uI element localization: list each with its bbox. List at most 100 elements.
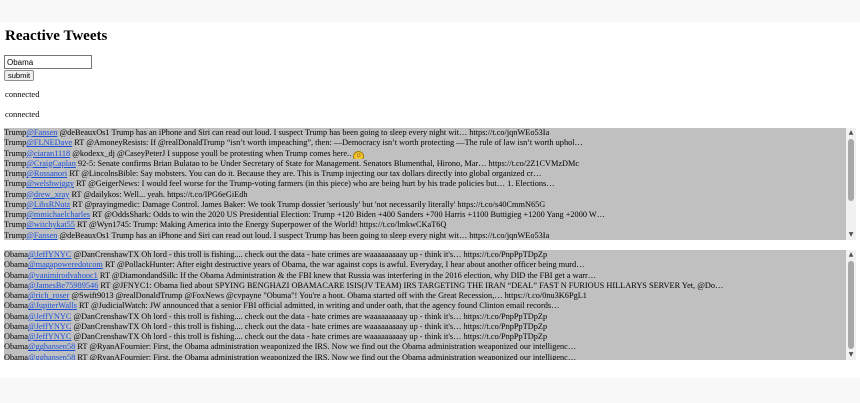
tweet-item: Obama@gghansen58 RT @RyanAFournier: Firs…: [4, 353, 846, 361]
tweet-text: RT @OddsShark: Odds to win the 2020 US P…: [90, 210, 606, 219]
tweet-keyword: Obama: [4, 301, 28, 311]
tweet-item: Trump@LibsRNutz RT @prayingmedic: Damage…: [4, 200, 846, 210]
tweet-text: 92-5: Senate confirms Brian Bulatao to b…: [75, 158, 580, 168]
tweet-user-link[interactable]: @witchykat55: [26, 220, 75, 229]
trump-tweet-list[interactable]: Trump@Fansen @deBeauxOs1 Trump has an iP…: [4, 128, 856, 240]
scroll-up-icon[interactable]: ▲: [846, 128, 856, 138]
tweet-keyword: Trump: [4, 230, 27, 240]
tweet-text: @DanCrenshawTX Oh lord - this troll is f…: [71, 250, 548, 259]
tweet-user-link[interactable]: @gghansen58: [28, 353, 75, 361]
tweet-user-link[interactable]: @gghansen58: [28, 342, 75, 351]
tweet-keyword: Obama: [4, 342, 28, 352]
tweet-user-link[interactable]: @welshwiggy: [26, 179, 74, 188]
scroll-thumb[interactable]: [848, 261, 854, 349]
submit-button[interactable]: submit: [4, 70, 35, 81]
scroll-down-icon[interactable]: ▼: [846, 350, 856, 360]
tweet-keyword: Trump: [4, 138, 27, 148]
tweet-list: Trump@Fansen @deBeauxOs1 Trump has an iP…: [4, 128, 846, 240]
tweet-keyword: Trump: [4, 148, 27, 158]
tweet-text: RT @RyanAFournier: First, the Obama admi…: [75, 352, 577, 361]
tweet-keyword: Trump: [4, 210, 27, 219]
tweet-user-link[interactable]: @LibsRNutz: [26, 200, 70, 209]
tweet-keyword: Obama: [4, 311, 28, 321]
tweet-user-link[interactable]: @vanimirodvahooc1: [28, 271, 98, 280]
search-form: submit: [4, 55, 92, 81]
tweet-text: RT @AmoneyResists: If @realDonaldTrump “…: [72, 138, 583, 148]
tweet-item: Trump@Rossanori RT @LincolnsBible: Say m…: [4, 169, 846, 179]
tweet-item: Obama@rich_roser @Swift9013 @realDonaldT…: [4, 291, 846, 301]
tweet-user-link[interactable]: @JupiterWalls: [28, 301, 77, 310]
tweet-item: Trump@Fansen @deBeauxOs1 Trump has an iP…: [4, 231, 846, 241]
tweet-item: Obama@JeffYNYC @DanCrenshawTX Oh lord - …: [4, 312, 846, 322]
tweet-keyword: Trump: [4, 169, 27, 178]
tweet-item: Trump@ciaran1118 @kodexx_dj @CaseyPeterJ…: [4, 149, 846, 159]
tweet-item: Obama@magapoweredotcom RT @PollackHunter…: [4, 260, 846, 270]
tweet-item: Obama@vanimirodvahooc1 RT @DiamondandSil…: [4, 271, 846, 281]
tweet-keyword: Obama: [4, 260, 28, 270]
connection-status: connected: [5, 89, 40, 99]
scrollbar[interactable]: ▲ ▼: [846, 128, 856, 240]
tweet-user-link[interactable]: @JamesBe75989546: [28, 281, 98, 290]
tweet-user-link[interactable]: @magapoweredotcom: [28, 260, 103, 269]
scrollbar[interactable]: ▲ ▼: [846, 250, 856, 360]
tweet-user-link[interactable]: @mmichaelcharles: [26, 210, 90, 219]
tweet-user-link[interactable]: @FLNEDave: [26, 138, 72, 147]
tweet-text: RT @DiamondandSilk: If the Obama Adminis…: [97, 270, 597, 280]
scroll-up-icon[interactable]: ▲: [846, 250, 856, 260]
tweet-keyword: Trump: [4, 199, 27, 209]
tweet-text: RT @JudicialWatch: JW announced that a s…: [76, 301, 560, 311]
tweet-text: RT @PollackHunter: After eight destructi…: [102, 260, 585, 270]
tweet-item: Obama@JupiterWalls RT @JudicialWatch: JW…: [4, 301, 846, 311]
tweet-text: @deBeauxOs1 Trump has an iPhone and Siri…: [57, 230, 550, 240]
tweet-text: @DanCrenshawTX Oh lord - this troll is f…: [71, 321, 548, 331]
tweet-text: @Swift9013 @realDonaldTrump @FoxNews @cv…: [69, 291, 587, 300]
tweet-text: @deBeauxOs1 Trump has an iPhone and Siri…: [57, 128, 550, 137]
tweet-text: @DanCrenshawTX Oh lord - this troll is f…: [71, 332, 548, 341]
page: Reactive Tweets submit connected connect…: [0, 22, 860, 378]
tweet-user-link[interactable]: @Fansen: [26, 231, 57, 240]
tweet-item: Trump@CraigCaplan 92-5: Senate confirms …: [4, 159, 846, 169]
tweet-user-link[interactable]: @Fansen: [26, 128, 57, 137]
search-input[interactable]: [4, 55, 92, 69]
tweet-user-link[interactable]: @JeffYNYC: [28, 332, 71, 341]
tweet-text: @DanCrenshawTX Oh lord - this troll is f…: [71, 311, 548, 321]
tweet-keyword: Trump: [4, 179, 27, 189]
tweet-item: Trump@drew_xray RT @dailykos: Well... ye…: [4, 190, 846, 200]
tweet-user-link[interactable]: @rich_roser: [28, 291, 69, 300]
tweet-keyword: Obama: [4, 291, 28, 300]
tweet-keyword: Obama: [4, 280, 28, 290]
tweet-keyword: Trump: [4, 220, 27, 230]
tweet-item: Trump@mmichaelcharles RT @OddsShark: Odd…: [4, 210, 846, 220]
tweet-item: Trump@FLNEDave RT @AmoneyResists: If @re…: [4, 138, 846, 148]
scroll-down-icon[interactable]: ▼: [846, 230, 856, 240]
tweet-item: Obama@JeffYNYC @DanCrenshawTX Oh lord - …: [4, 322, 846, 332]
tweet-item: Trump@witchykat55 RT @Wyn1745: Trump: Ma…: [4, 220, 846, 230]
tweet-user-link[interactable]: @JeffYNYC: [28, 312, 71, 321]
smiley-emoji-icon: ☺: [353, 150, 365, 159]
tweet-user-link[interactable]: @drew_xray: [26, 190, 69, 199]
tweet-keyword: Obama: [4, 332, 28, 341]
tweet-user-link[interactable]: @Rossanori: [26, 169, 67, 178]
tweet-user-link[interactable]: @JeffYNYC: [28, 250, 71, 259]
tweet-user-link[interactable]: @JeffYNYC: [28, 322, 71, 331]
obama-tweet-list[interactable]: Obama@JeffYNYC @DanCrenshawTX Oh lord - …: [4, 250, 856, 360]
scroll-thumb[interactable]: [848, 139, 854, 201]
tweet-list: Obama@JeffYNYC @DanCrenshawTX Oh lord - …: [4, 250, 846, 360]
tweet-text: RT @RyanAFournier: First, the Obama admi…: [75, 342, 577, 352]
page-title: Reactive Tweets: [5, 28, 108, 44]
tweet-item: Obama@JeffYNYC @DanCrenshawTX Oh lord - …: [4, 332, 846, 342]
tweet-text: @kodexx_dj @CaseyPeterJ I suppose youll …: [70, 148, 354, 158]
tweet-item: Trump@welshwiggy RT @GeigerNews: I would…: [4, 179, 846, 189]
tweet-text: RT @prayingmedic: Damage Control. James …: [70, 199, 546, 209]
tweet-text: RT @JFNYC1: Obama lied about SPYING BENG…: [98, 280, 724, 290]
tweet-keyword: Obama: [4, 270, 28, 280]
tweet-user-link[interactable]: @CraigCaplan: [26, 159, 76, 168]
tweet-item: Obama@gghansen58 RT @RyanAFournier: Firs…: [4, 342, 846, 352]
tweet-keyword: Trump: [4, 158, 27, 168]
tweet-text: RT @GeigerNews: I would feel worse for t…: [74, 179, 555, 189]
tweet-user-link[interactable]: @ciaran1118: [26, 149, 70, 158]
connection-status: connected: [5, 109, 40, 119]
tweet-keyword: Trump: [4, 128, 27, 137]
tweet-item: Obama@JeffYNYC @DanCrenshawTX Oh lord - …: [4, 250, 846, 260]
tweet-keyword: Obama: [4, 321, 28, 331]
